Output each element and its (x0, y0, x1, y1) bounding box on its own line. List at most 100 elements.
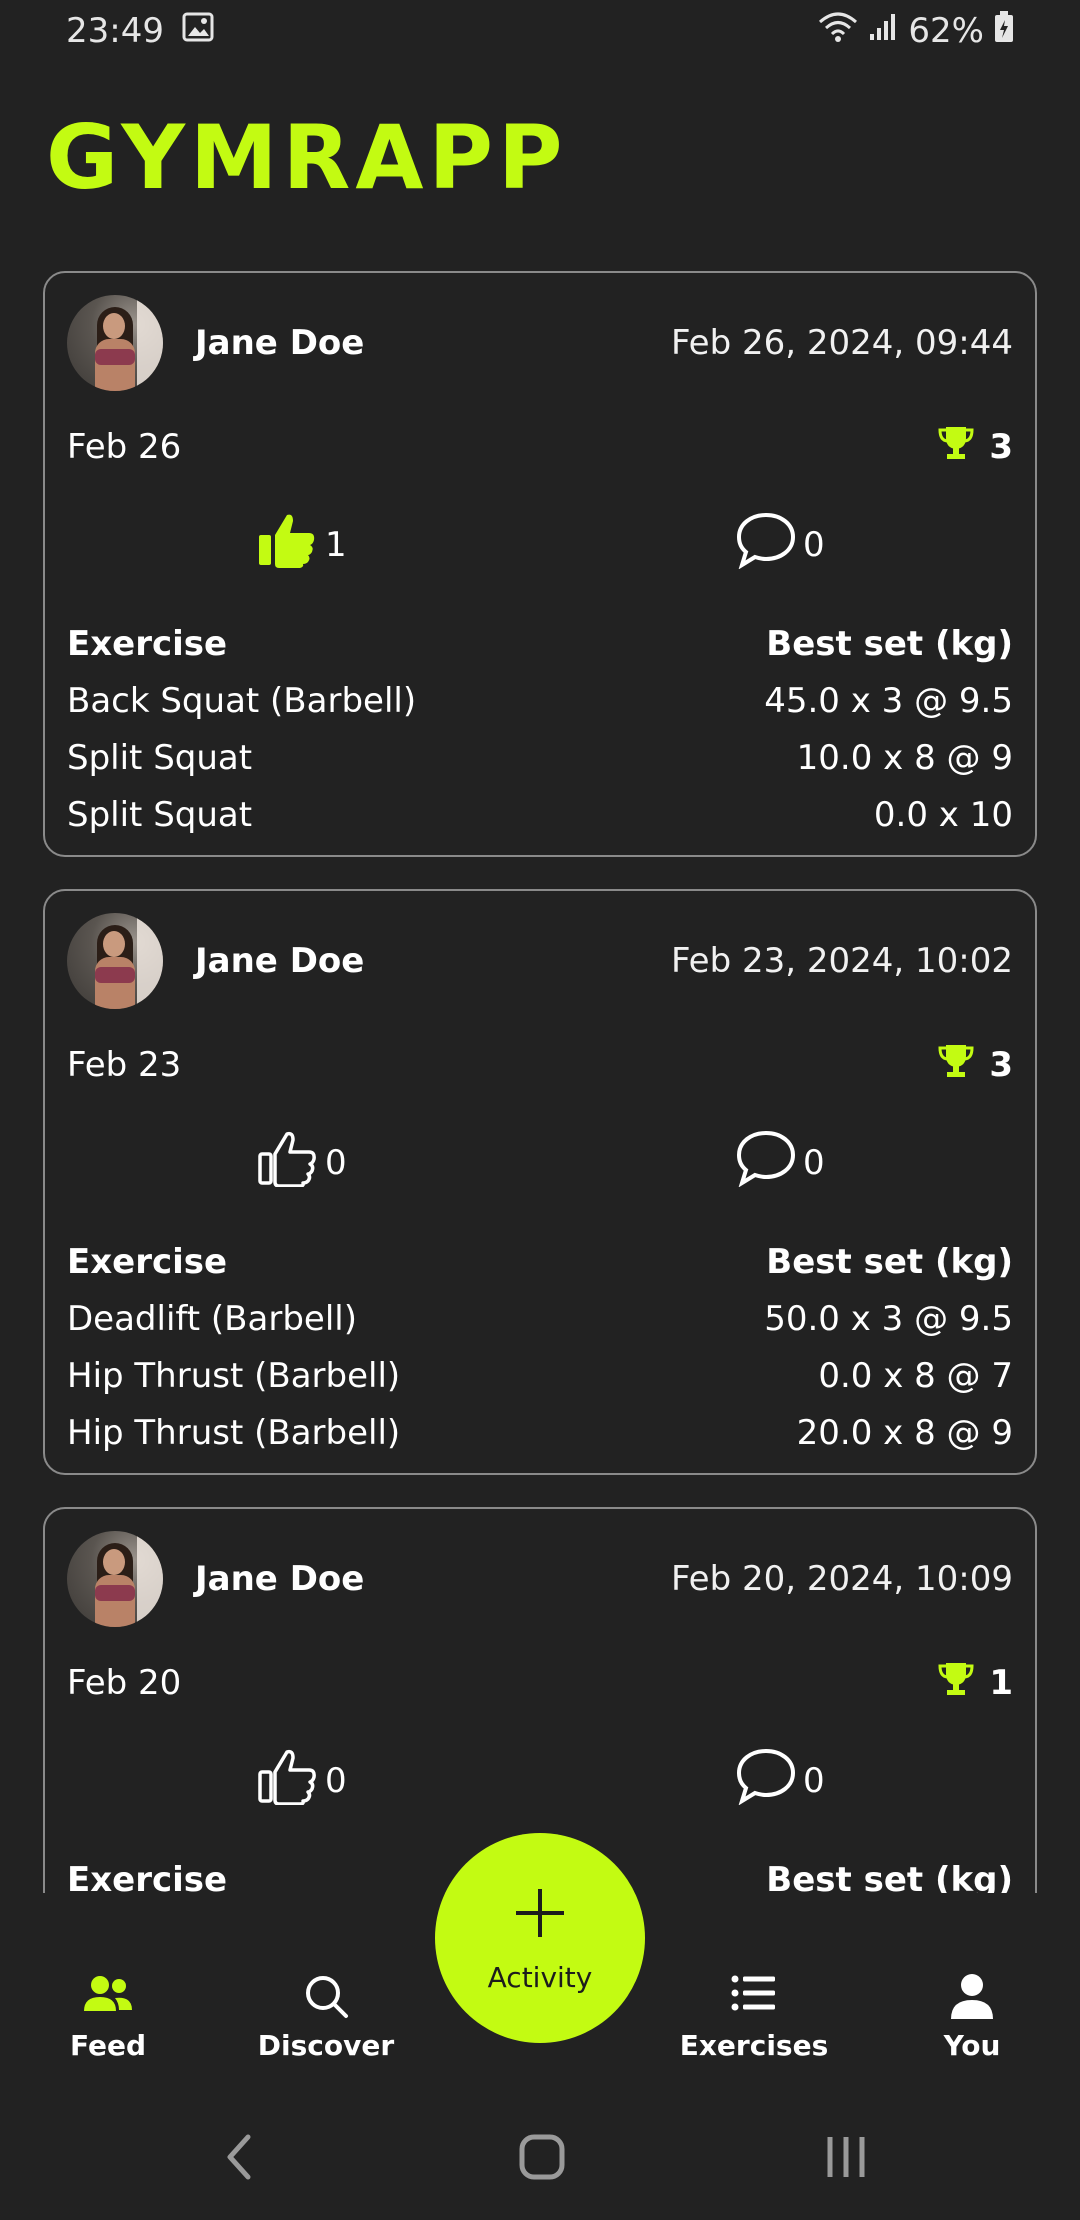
user-name[interactable]: Jane Doe (195, 323, 364, 363)
comment-count: 0 (803, 1760, 825, 1801)
like-button[interactable]: 0 (257, 1129, 347, 1196)
nav-discover[interactable]: Discover (236, 1973, 416, 2062)
signal-icon (868, 11, 898, 51)
avatar[interactable] (67, 913, 163, 1009)
nav-feed-label: Feed (69, 2029, 146, 2062)
screen: 23:49 62% GYMRAPP Jane Doe Feb 26, 2024,… (0, 0, 1080, 2220)
status-bar: 23:49 62% (0, 0, 1080, 62)
comment-count: 0 (803, 524, 825, 565)
trophy-icon (937, 424, 975, 471)
card-summary: Feb 20 1 (67, 1661, 1013, 1705)
trophy-value: 3 (989, 427, 1013, 467)
nav-you[interactable]: You (882, 1973, 1062, 2062)
recent-apps-icon[interactable] (824, 2133, 868, 2185)
comment-icon (735, 1129, 797, 1196)
best-set: 50.0 x 3 @ 9.5 (764, 1298, 1013, 1339)
reactions: 0 0 (45, 1747, 1035, 1813)
person-icon (882, 1973, 1062, 2019)
workout-date: Feb 20 (67, 1663, 182, 1703)
user-name[interactable]: Jane Doe (195, 941, 364, 981)
exercise-table: Exercise Best set (kg) Back Squat (Barbe… (67, 615, 1013, 843)
post-timestamp: Feb 20, 2024, 10:09 (670, 1559, 1013, 1599)
exercise-name: Back Squat (Barbell) (67, 680, 417, 721)
like-count: 1 (325, 524, 347, 565)
trophy-icon (937, 1042, 975, 1089)
best-set-column-header: Best set (kg) (766, 623, 1013, 664)
best-set: 45.0 x 3 @ 9.5 (764, 680, 1013, 721)
table-row: Back Squat (Barbell) 45.0 x 3 @ 9.5 (67, 672, 1013, 729)
card-header: Jane Doe Feb 23, 2024, 10:02 (67, 913, 1013, 1009)
trophy-count: 3 (937, 1042, 1013, 1089)
like-button[interactable]: 0 (257, 1747, 347, 1814)
battery-percent: 62% (908, 11, 984, 51)
thumbs-up-icon (257, 1129, 319, 1196)
table-header: Exercise Best set (kg) (67, 1233, 1013, 1290)
table-header: Exercise Best set (kg) (67, 615, 1013, 672)
list-icon (664, 1973, 844, 2019)
best-set-column-header: Best set (kg) (766, 1241, 1013, 1282)
best-set-column-header: Best set (kg) (766, 1859, 1013, 1894)
search-icon (236, 1973, 416, 2019)
nav-exercises[interactable]: Exercises (664, 1973, 844, 2062)
best-set: 20.0 x 8 @ 9 (796, 1412, 1013, 1453)
comment-button[interactable]: 0 (735, 1747, 825, 1814)
exercise-table: Exercise Best set (kg) Deadlift (Barbell… (67, 1233, 1013, 1461)
comment-icon (735, 511, 797, 578)
table-row: Split Squat 0.0 x 10 (67, 786, 1013, 843)
people-icon (18, 1973, 198, 2019)
workout-card[interactable]: Jane Doe Feb 26, 2024, 09:44 Feb 26 3 1 … (43, 271, 1037, 857)
activity-feed[interactable]: Jane Doe Feb 26, 2024, 09:44 Feb 26 3 1 … (43, 271, 1037, 1893)
exercise-name: Split Squat (67, 737, 253, 778)
user-name[interactable]: Jane Doe (195, 1559, 364, 1599)
add-activity-label: Activity (487, 1961, 593, 1994)
plus-icon (435, 1885, 645, 1945)
table-row: Deadlift (Barbell) 50.0 x 3 @ 9.5 (67, 1290, 1013, 1347)
exercise-name: Deadlift (Barbell) (67, 1298, 357, 1339)
exercise-column-header: Exercise (67, 1241, 228, 1282)
card-summary: Feb 23 3 (67, 1043, 1013, 1087)
thumbs-up-icon (257, 1747, 319, 1814)
system-navigation-bar (0, 2093, 1080, 2220)
comment-icon (735, 1747, 797, 1814)
battery-icon (994, 10, 1014, 52)
home-icon[interactable] (518, 2133, 566, 2185)
workout-card[interactable]: Jane Doe Feb 23, 2024, 10:02 Feb 23 3 0 … (43, 889, 1037, 1475)
avatar[interactable] (67, 295, 163, 391)
table-row: Hip Thrust (Barbell) 20.0 x 8 @ 9 (67, 1404, 1013, 1461)
like-count: 0 (325, 1142, 347, 1183)
trophy-count: 1 (937, 1660, 1013, 1707)
best-set: 0.0 x 8 @ 7 (818, 1355, 1013, 1396)
nav-feed[interactable]: Feed (18, 1973, 198, 2062)
post-timestamp: Feb 23, 2024, 10:02 (670, 941, 1013, 981)
comment-button[interactable]: 0 (735, 1129, 825, 1196)
workout-date: Feb 23 (67, 1045, 182, 1085)
exercise-name: Hip Thrust (Barbell) (67, 1355, 401, 1396)
image-icon (182, 11, 214, 51)
exercise-column-header: Exercise (67, 623, 228, 664)
app-title: GYMRAPP (46, 106, 568, 209)
best-set: 10.0 x 8 @ 9 (796, 737, 1013, 778)
avatar[interactable] (67, 1531, 163, 1627)
exercise-column-header: Exercise (67, 1859, 228, 1894)
reactions: 0 0 (45, 1129, 1035, 1195)
wifi-icon (818, 10, 858, 53)
add-activity-button[interactable]: Activity (435, 1833, 645, 2043)
status-left: 23:49 (66, 11, 214, 51)
status-right: 62% (818, 10, 1014, 53)
trophy-icon (937, 1660, 975, 1707)
back-icon[interactable] (222, 2133, 256, 2185)
trophy-count: 3 (937, 424, 1013, 471)
card-header: Jane Doe Feb 26, 2024, 09:44 (67, 295, 1013, 391)
best-set: 0.0 x 10 (873, 794, 1013, 835)
table-row: Split Squat 10.0 x 8 @ 9 (67, 729, 1013, 786)
comment-count: 0 (803, 1142, 825, 1183)
like-button[interactable]: 1 (257, 511, 347, 578)
reactions: 1 0 (45, 511, 1035, 577)
trophy-value: 3 (989, 1045, 1013, 1085)
table-row: Hip Thrust (Barbell) 0.0 x 8 @ 7 (67, 1347, 1013, 1404)
nav-you-label: You (943, 2029, 1001, 2062)
comment-button[interactable]: 0 (735, 511, 825, 578)
like-count: 0 (325, 1760, 347, 1801)
trophy-value: 1 (989, 1663, 1013, 1703)
card-summary: Feb 26 3 (67, 425, 1013, 469)
